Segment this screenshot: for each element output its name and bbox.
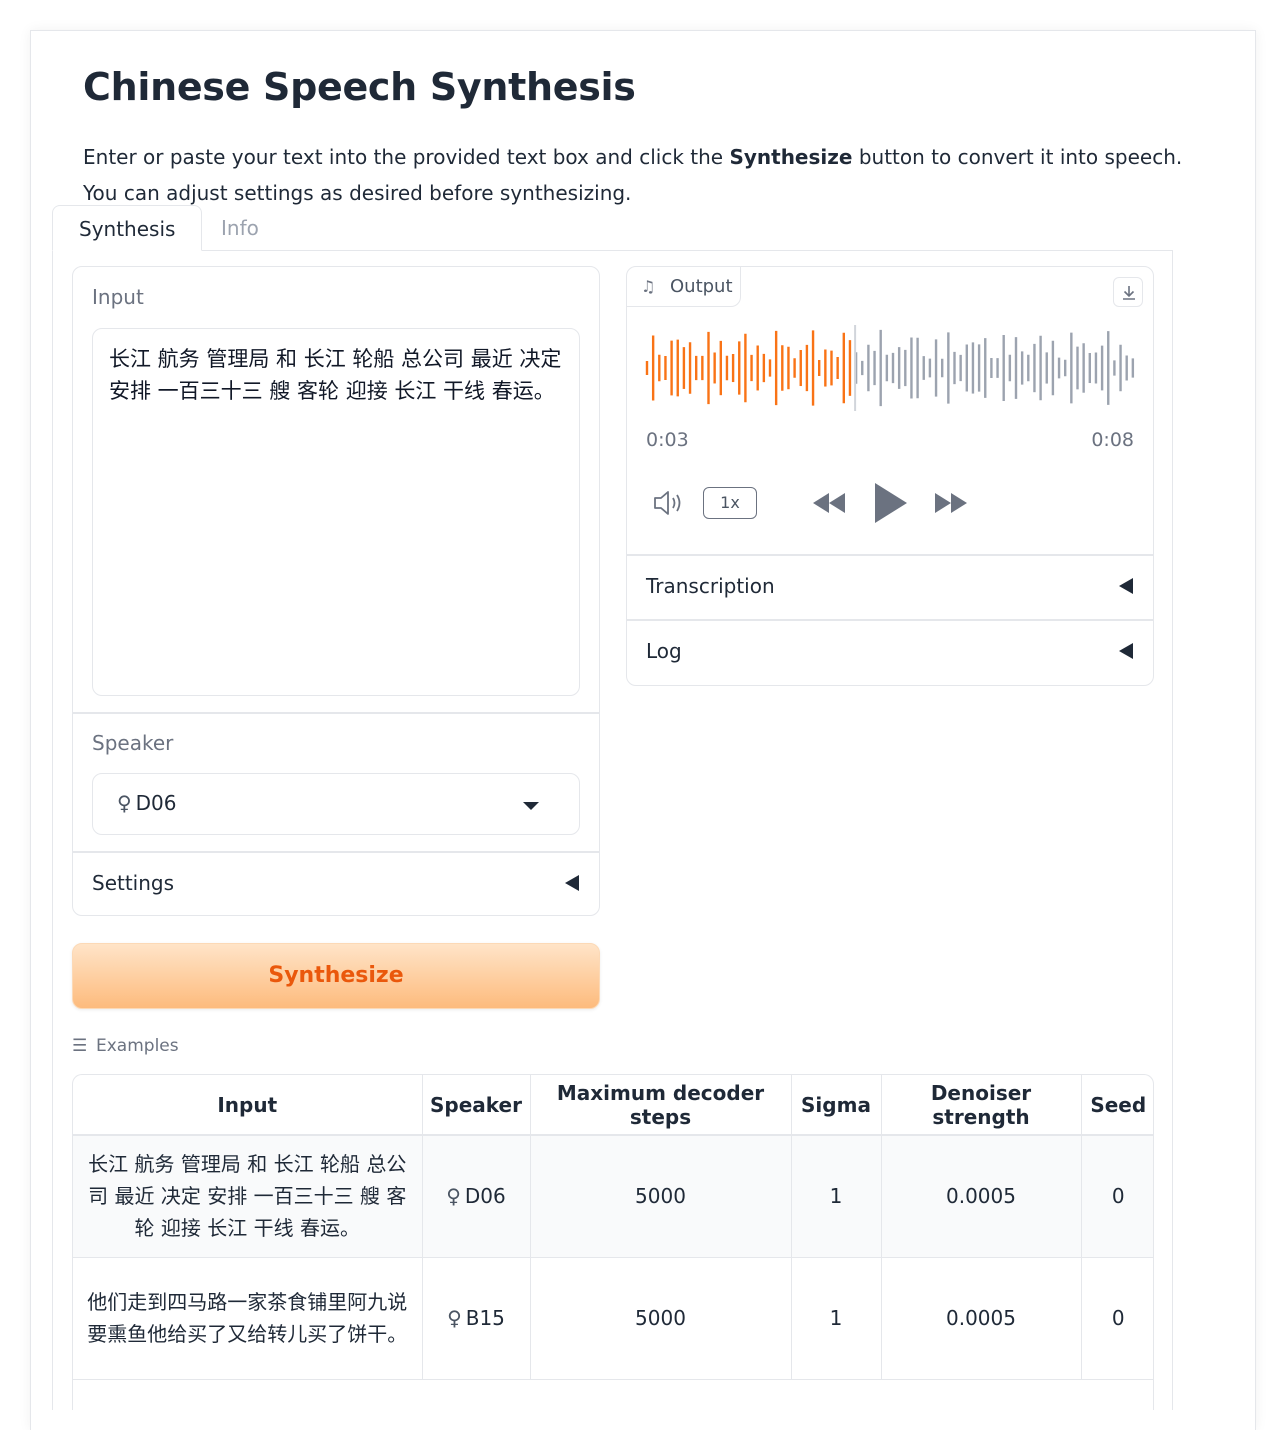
cell-sigma: 1 <box>791 1257 882 1380</box>
collapse-arrow-icon <box>1119 643 1133 659</box>
speaker-label: Speaker <box>92 731 174 755</box>
playback-rate-button[interactable]: 1x <box>703 487 757 519</box>
input-panel: Input 长江 航务 管理局 和 长江 轮船 总公司 最近 决定 安排 一百三… <box>72 266 600 916</box>
cell-max-steps: 5000 <box>530 1135 792 1258</box>
page-title: Chinese Speech Synthesis <box>83 65 636 109</box>
collapse-arrow-icon <box>1119 578 1133 594</box>
fast-forward-icon[interactable] <box>931 487 971 519</box>
collapse-arrow-icon <box>565 875 579 891</box>
synthesize-button[interactable]: Synthesize <box>72 943 600 1009</box>
download-icon <box>1123 286 1135 300</box>
tab-synthesis[interactable]: Synthesis <box>52 205 203 251</box>
cell-seed: 0 <box>1081 1257 1153 1380</box>
total-time: 0:08 <box>1091 429 1134 451</box>
chevron-down-icon <box>523 802 539 810</box>
female-symbol-icon: ♀ <box>446 1184 461 1209</box>
column-header: Seed <box>1081 1075 1153 1136</box>
tab-info[interactable]: Info <box>195 205 285 251</box>
column-header: Input <box>73 1075 423 1136</box>
download-button[interactable] <box>1113 277 1143 307</box>
speaker-value: B15 <box>465 1306 505 1330</box>
rewind-icon[interactable] <box>809 487 849 519</box>
cell-speaker: ♀ B15 <box>422 1257 531 1380</box>
waveform[interactable] <box>645 325 1137 411</box>
log-accordion[interactable]: Log <box>627 621 1153 683</box>
cell-input: 长江 航务 管理局 和 长江 轮船 总公司 最近 决定 安排 一百三十三 艘 客… <box>73 1135 423 1258</box>
play-icon[interactable] <box>871 479 911 527</box>
speaker-value: D06 <box>135 791 177 815</box>
output-badge: ♫ Output <box>627 267 741 307</box>
table-row[interactable]: 他们走到四马路一家茶食铺里阿九说要熏鱼他给买了又给转儿买了饼干。 ♀ B15 50… <box>73 1257 1153 1380</box>
column-header: Speaker <box>422 1075 531 1136</box>
cell-speaker: ♀ D06 <box>422 1135 531 1258</box>
cell-sigma: 1 <box>791 1135 882 1258</box>
transcription-accordion[interactable]: Transcription <box>627 556 1153 618</box>
tab-bar: Synthesis Info <box>52 205 1173 251</box>
table-row[interactable]: 长江 航务 管理局 和 长江 轮船 总公司 最近 决定 安排 一百三十三 艘 客… <box>73 1135 1153 1258</box>
speaker-selected: ♀ D06 <box>117 791 177 815</box>
output-label: Output <box>670 276 733 297</box>
column-header: Maximum decoder steps <box>530 1075 792 1136</box>
input-textarea[interactable]: 长江 航务 管理局 和 长江 轮船 总公司 最近 决定 安排 一百三十三 艘 客… <box>92 328 580 696</box>
transcription-label: Transcription <box>646 574 775 598</box>
volume-icon[interactable] <box>651 487 691 519</box>
page-description: Enter or paste your text into the provid… <box>83 145 1183 205</box>
examples-header: ☰ Examples <box>72 1036 179 1056</box>
settings-accordion[interactable]: Settings <box>73 853 599 915</box>
cell-seed: 0 <box>1081 1135 1153 1258</box>
table-header-row: Input Speaker Maximum decoder steps Sigm… <box>73 1075 1153 1136</box>
cell-denoiser: 0.0005 <box>881 1135 1082 1258</box>
female-symbol-icon: ♀ <box>447 1306 462 1330</box>
music-note-icon: ♫ <box>641 277 656 296</box>
speaker-dropdown[interactable]: ♀ D06 <box>92 773 580 835</box>
settings-label: Settings <box>92 871 175 895</box>
examples-table: Input Speaker Maximum decoder steps Sigm… <box>72 1074 1154 1410</box>
log-label: Log <box>646 639 682 663</box>
speaker-value: D06 <box>464 1184 506 1209</box>
output-panel: ♫ Output 0:03 0:08 1x Transcription Log <box>626 266 1154 686</box>
column-header: Sigma <box>791 1075 882 1136</box>
input-label: Input <box>92 285 144 309</box>
female-symbol-icon: ♀ <box>117 791 132 815</box>
examples-label: Examples <box>96 1036 179 1056</box>
cell-max-steps: 5000 <box>530 1257 792 1380</box>
cell-denoiser: 0.0005 <box>881 1257 1082 1380</box>
current-time: 0:03 <box>646 429 689 451</box>
cell-input: 他们走到四马路一家茶食铺里阿九说要熏鱼他给买了又给转儿买了饼干。 <box>73 1257 423 1380</box>
list-icon: ☰ <box>72 1036 88 1056</box>
divider <box>73 712 599 714</box>
column-header: Denoiser strength <box>881 1075 1082 1136</box>
